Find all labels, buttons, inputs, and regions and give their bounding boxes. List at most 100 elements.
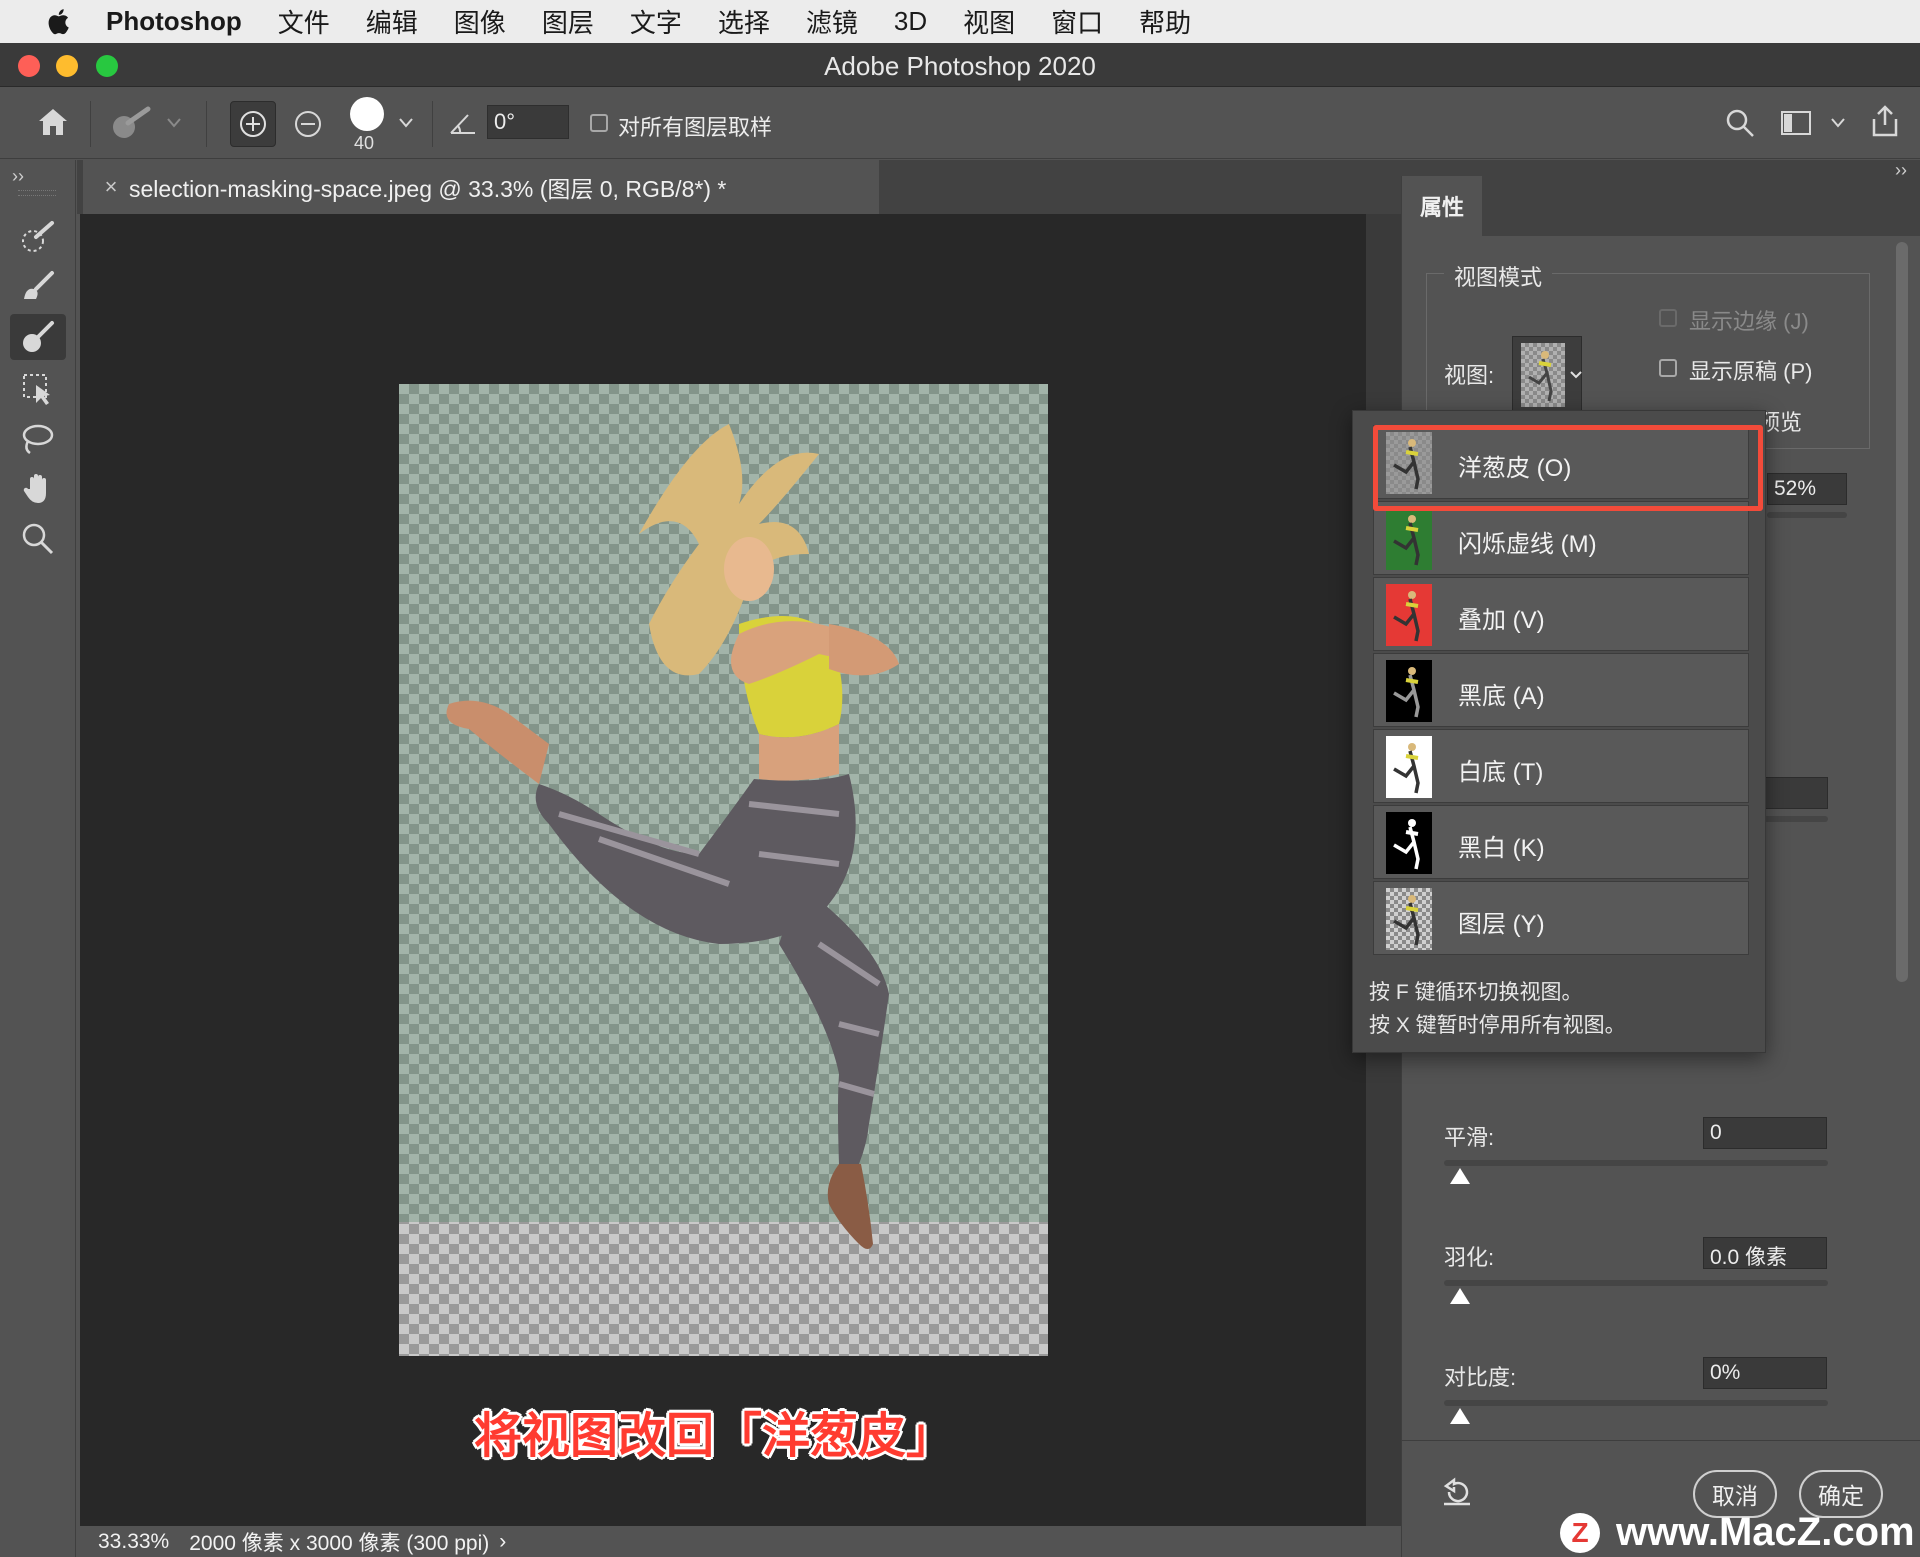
object-selection-tool[interactable] (10, 366, 66, 412)
show-edge-checkbox[interactable] (1659, 309, 1677, 327)
sample-all-layers-label: 对所有图层取样 (618, 115, 773, 140)
chevron-right-icon[interactable]: › (499, 1530, 506, 1554)
feather-slider-thumb[interactable] (1450, 1288, 1470, 1304)
add-to-region-button[interactable] (230, 101, 276, 147)
menu-app-name[interactable]: Photoshop (106, 6, 242, 37)
angle-input[interactable]: 0° (487, 105, 569, 139)
menu-help[interactable]: 帮助 (1139, 3, 1191, 40)
options-bar: 40 0° 对所有图层取样 (0, 87, 1920, 159)
view-thumbnail-button[interactable] (1512, 336, 1582, 414)
add-circle-icon (240, 111, 266, 137)
watermark-text: www.MacZ.com (1616, 1510, 1915, 1554)
transparency-percent-field[interactable]: 52% (1767, 473, 1847, 505)
view-option-on-white[interactable]: 白底 (T) (1373, 729, 1749, 803)
zoom-level[interactable]: 33.33% (98, 1530, 169, 1554)
reset-icon[interactable] (1440, 1476, 1474, 1508)
view-option-overlay[interactable]: 叠加 (V) (1373, 577, 1749, 651)
view-option-black-white[interactable]: 黑白 (K) (1373, 805, 1749, 879)
feather-label: 羽化: (1444, 1245, 1495, 1270)
hand-tool[interactable] (10, 466, 66, 512)
lasso-tool[interactable] (10, 416, 66, 462)
apple-icon[interactable] (40, 7, 80, 37)
panel-divider (1402, 1440, 1920, 1441)
overlay-thumbnail-icon (1386, 584, 1432, 646)
contrast-label: 对比度: (1444, 1365, 1517, 1390)
workspace-chevron-icon[interactable] (1830, 117, 1846, 129)
menu-file[interactable]: 文件 (278, 3, 330, 40)
search-icon[interactable] (1724, 107, 1756, 139)
document-info: 2000 像素 x 3000 像素 (300 ppi) (189, 1531, 490, 1555)
document-image[interactable] (399, 384, 1048, 1356)
menu-type[interactable]: 文字 (630, 3, 682, 40)
smooth-field[interactable]: 0 (1703, 1117, 1827, 1149)
document-tab[interactable]: × selection-masking-space.jpeg @ 33.3% (… (83, 160, 879, 214)
object-selection-icon (23, 374, 50, 405)
brush-tip-preview[interactable] (350, 97, 384, 131)
sample-all-layers-checkbox[interactable] (590, 114, 608, 132)
smooth-label: 平滑: (1444, 1125, 1495, 1150)
view-mode-title: 视图模式 (1444, 260, 1553, 292)
menu-edit[interactable]: 编辑 (366, 3, 418, 40)
feather-slider-track[interactable] (1444, 1280, 1828, 1286)
quick-selection-icon (22, 221, 54, 252)
brush-icon (23, 321, 54, 352)
view-option-on-layers[interactable]: 图层 (Y) (1373, 881, 1749, 955)
quick-selection-tool[interactable] (10, 214, 66, 260)
tools-panel: ›› (0, 160, 76, 1557)
view-dropdown-chevron-icon (1570, 371, 1582, 379)
menu-image[interactable]: 图像 (454, 3, 506, 40)
menu-layer[interactable]: 图层 (542, 3, 594, 40)
watermark: Z www.MacZ.com (1560, 1510, 1915, 1555)
view-label: 视图: (1444, 363, 1495, 388)
menu-select[interactable]: 选择 (718, 3, 770, 40)
tab-properties[interactable]: 属性 (1402, 176, 1482, 236)
close-tab-icon[interactable]: × (93, 174, 129, 200)
menu-filter[interactable]: 滤镜 (806, 3, 858, 40)
brush-size-chevron-icon[interactable] (398, 117, 414, 129)
show-edge-label: 显示边缘 (J) (1689, 309, 1809, 334)
workspace-icon[interactable] (1780, 109, 1812, 137)
on-white-thumbnail-icon (1386, 736, 1432, 798)
on-black-thumbnail-icon (1386, 660, 1432, 722)
menu-window[interactable]: 窗口 (1051, 3, 1103, 40)
view-option-on-black[interactable]: 黑底 (A) (1373, 653, 1749, 727)
partial-slider-track[interactable] (1760, 816, 1828, 822)
black-white-thumbnail-icon (1386, 812, 1432, 874)
view-option-marching-ants[interactable]: 闪烁虚线 (M) (1373, 501, 1749, 575)
collapse-tools-icon[interactable]: ›› (12, 166, 24, 187)
brush-tool[interactable] (10, 314, 66, 360)
refine-edge-brush-icon (24, 271, 54, 299)
transparency-slider-track[interactable] (1767, 512, 1847, 518)
view-option-label: 图层 (Y) (1458, 911, 1545, 938)
panel-scrollbar[interactable] (1896, 242, 1908, 982)
smooth-slider-thumb[interactable] (1450, 1168, 1470, 1184)
contrast-slider-track[interactable] (1444, 1400, 1828, 1406)
home-icon[interactable] (36, 107, 70, 137)
tutorial-caption: 将视图改回「洋葱皮」 (474, 1408, 955, 1464)
zoom-tool[interactable] (10, 516, 66, 562)
chevron-down-icon[interactable] (166, 117, 182, 129)
smooth-slider-track[interactable] (1444, 1160, 1828, 1166)
view-option-label: 白底 (T) (1458, 759, 1544, 786)
contrast-field[interactable]: 0% (1703, 1357, 1827, 1389)
on-layers-thumbnail-icon (1386, 888, 1432, 950)
refine-edge-brush-tool[interactable] (10, 264, 66, 310)
show-original-checkbox[interactable] (1659, 359, 1677, 377)
window-title-bar: Adobe Photoshop 2020 (0, 43, 1920, 87)
refine-brush-preset-icon[interactable] (110, 105, 152, 141)
angle-icon (450, 114, 475, 134)
tools-grip[interactable] (18, 190, 56, 196)
feather-field[interactable]: 0.0 像素 (1703, 1237, 1827, 1269)
menu-3d[interactable]: 3D (894, 6, 927, 37)
marching-ants-thumbnail-icon (1386, 508, 1432, 570)
menu-view[interactable]: 视图 (963, 3, 1015, 40)
status-bar: 33.33% 2000 像素 x 3000 像素 (300 ppi) › (80, 1526, 1401, 1557)
menu-bar: Photoshop 文件 编辑 图像 图层 文字 选择 滤镜 3D 视图 窗口 … (0, 0, 1920, 43)
document-tab-bar: × selection-masking-space.jpeg @ 33.3% (… (77, 160, 1401, 214)
partial-field[interactable] (1760, 777, 1828, 809)
contrast-slider-thumb[interactable] (1450, 1408, 1470, 1424)
panel-tab-bar: 属性 (1402, 176, 1920, 236)
hand-icon (23, 474, 46, 503)
subtract-from-region-icon[interactable] (286, 101, 330, 147)
share-icon[interactable] (1868, 103, 1902, 139)
